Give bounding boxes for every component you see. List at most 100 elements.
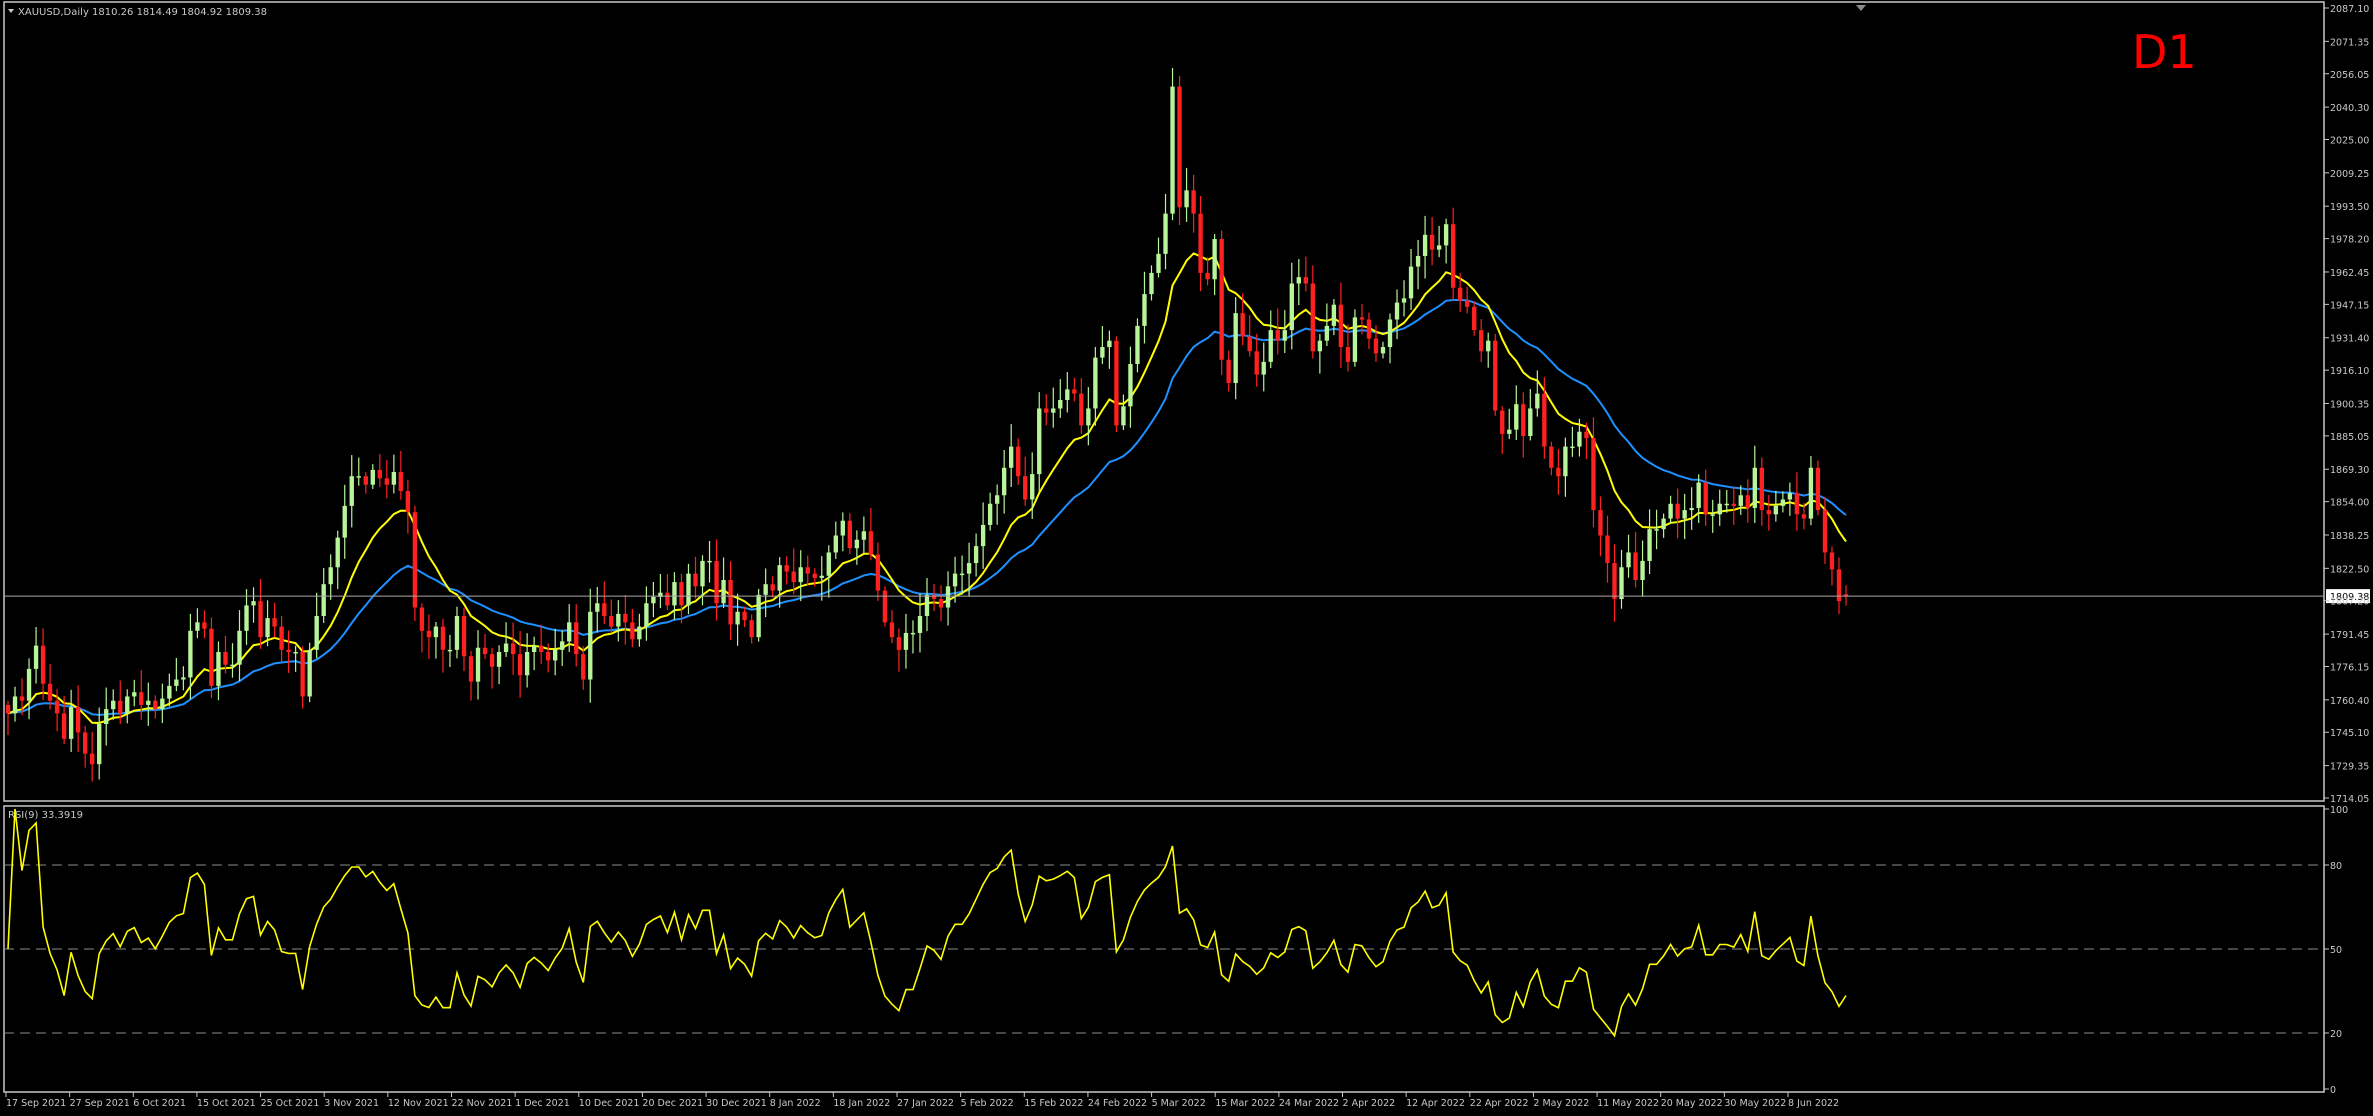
candle-body[interactable] bbox=[139, 692, 144, 705]
candle-body[interactable] bbox=[1675, 503, 1680, 519]
candle-body[interactable] bbox=[54, 700, 60, 714]
candle-body[interactable] bbox=[812, 573, 817, 578]
candle-body[interactable] bbox=[1829, 552, 1835, 570]
candle-body[interactable] bbox=[896, 637, 902, 650]
candle-body[interactable] bbox=[1093, 357, 1098, 409]
candle-body[interactable] bbox=[1436, 245, 1442, 250]
candle-body[interactable] bbox=[1542, 393, 1547, 447]
candle-body[interactable] bbox=[1731, 503, 1736, 506]
candle-body[interactable] bbox=[356, 476, 361, 478]
candle-body[interactable] bbox=[1457, 287, 1463, 301]
candle-body[interactable] bbox=[1626, 552, 1631, 568]
candle-body[interactable] bbox=[349, 476, 354, 506]
candle-body[interactable] bbox=[244, 605, 249, 631]
candle-body[interactable] bbox=[1500, 410, 1505, 434]
candle-body[interactable] bbox=[1338, 304, 1344, 348]
candle-body[interactable] bbox=[1373, 338, 1379, 354]
candle-body[interactable] bbox=[1472, 306, 1477, 331]
candle-body[interactable] bbox=[1212, 239, 1217, 280]
candle-body[interactable] bbox=[61, 713, 67, 739]
candle-body[interactable] bbox=[174, 679, 179, 686]
candle-body[interactable] bbox=[623, 613, 628, 623]
candle-body[interactable] bbox=[1654, 529, 1659, 531]
candle-body[interactable] bbox=[524, 651, 530, 676]
candle-body[interactable] bbox=[1507, 429, 1512, 434]
candle-body[interactable] bbox=[1058, 399, 1063, 409]
candle-body[interactable] bbox=[1107, 340, 1112, 348]
candle-body[interactable] bbox=[1380, 347, 1386, 354]
candle-body[interactable] bbox=[237, 630, 242, 665]
candle-body[interactable] bbox=[1240, 313, 1245, 337]
candle-body[interactable] bbox=[1584, 431, 1589, 439]
candle-body[interactable] bbox=[1577, 431, 1582, 447]
candle-body[interactable] bbox=[26, 668, 32, 701]
candle-body[interactable] bbox=[1149, 272, 1154, 295]
candle-body[interactable] bbox=[1184, 190, 1189, 208]
candle-body[interactable] bbox=[405, 491, 411, 513]
candle-body[interactable] bbox=[1191, 190, 1196, 214]
candle-body[interactable] bbox=[1563, 446, 1568, 477]
candle-body[interactable] bbox=[1780, 499, 1786, 506]
candle-body[interactable] bbox=[279, 626, 284, 650]
candle-body[interactable] bbox=[1668, 503, 1673, 519]
candle-body[interactable] bbox=[5, 704, 11, 714]
candle-body[interactable] bbox=[1023, 476, 1028, 500]
candle-body[interactable] bbox=[1745, 495, 1750, 508]
candle-body[interactable] bbox=[1787, 493, 1793, 500]
candle-body[interactable] bbox=[931, 594, 937, 600]
candle-body[interactable] bbox=[1177, 86, 1182, 208]
candle-body[interactable] bbox=[300, 651, 305, 697]
candle-body[interactable] bbox=[12, 696, 18, 714]
candle-body[interactable] bbox=[1429, 234, 1435, 250]
candle-body[interactable] bbox=[454, 615, 460, 650]
candle-body[interactable] bbox=[973, 546, 979, 564]
candle-body[interactable] bbox=[363, 476, 368, 485]
candle-body[interactable] bbox=[721, 579, 726, 604]
candle-body[interactable] bbox=[75, 707, 81, 733]
candle-body[interactable] bbox=[489, 654, 495, 667]
candle-body[interactable] bbox=[630, 622, 635, 640]
candle-body[interactable] bbox=[230, 664, 235, 667]
candle-body[interactable] bbox=[118, 700, 123, 714]
candle-body[interactable] bbox=[1156, 253, 1161, 273]
candle-body[interactable] bbox=[1128, 363, 1133, 407]
candle-body[interactable] bbox=[19, 696, 25, 701]
candle-body[interactable] bbox=[567, 622, 572, 642]
candle-body[interactable] bbox=[104, 709, 109, 724]
candle-body[interactable] bbox=[1205, 272, 1210, 280]
candle-body[interactable] bbox=[440, 626, 446, 650]
candle-body[interactable] bbox=[1696, 482, 1701, 508]
candle-body[interactable] bbox=[770, 584, 775, 591]
candle-body[interactable] bbox=[1710, 514, 1715, 516]
candle-body[interactable] bbox=[1738, 495, 1743, 506]
candle-body[interactable] bbox=[426, 630, 432, 638]
candle-body[interactable] bbox=[644, 603, 649, 627]
candle-body[interactable] bbox=[616, 613, 621, 627]
candle-body[interactable] bbox=[1219, 239, 1224, 360]
candle-body[interactable] bbox=[910, 632, 916, 635]
candle-body[interactable] bbox=[202, 622, 207, 629]
candle-body[interactable] bbox=[581, 654, 586, 680]
candle-body[interactable] bbox=[1001, 467, 1007, 496]
candle-body[interactable] bbox=[1226, 359, 1231, 384]
candle-body[interactable] bbox=[1317, 340, 1323, 352]
candle-body[interactable] bbox=[1570, 446, 1575, 449]
candle-body[interactable] bbox=[994, 495, 1000, 504]
candle-body[interactable] bbox=[1415, 255, 1421, 267]
candle-body[interactable] bbox=[1808, 467, 1814, 519]
candle-body[interactable] bbox=[1324, 325, 1330, 341]
candle-body[interactable] bbox=[889, 622, 895, 638]
candle-body[interactable] bbox=[1142, 294, 1147, 326]
candle-body[interactable] bbox=[1479, 330, 1484, 352]
candle-body[interactable] bbox=[1465, 300, 1470, 307]
candle-body[interactable] bbox=[475, 647, 481, 682]
candle-body[interactable] bbox=[1724, 503, 1729, 506]
candle-body[interactable] bbox=[1233, 313, 1238, 384]
candle-body[interactable] bbox=[1689, 507, 1694, 511]
candle-body[interactable] bbox=[461, 615, 467, 657]
candle-body[interactable] bbox=[714, 560, 719, 604]
candle-body[interactable] bbox=[538, 645, 544, 652]
candle-body[interactable] bbox=[1486, 340, 1491, 352]
candle-body[interactable] bbox=[1163, 213, 1168, 254]
candle-body[interactable] bbox=[1289, 283, 1294, 331]
